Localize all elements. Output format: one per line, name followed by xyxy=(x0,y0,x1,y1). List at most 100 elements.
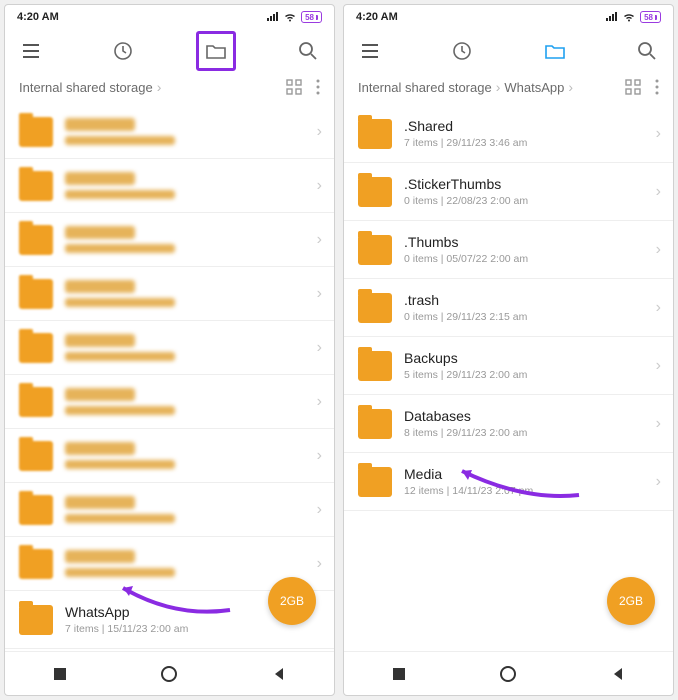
toolbar xyxy=(344,29,673,73)
folder-icon xyxy=(19,605,53,635)
hamburger-icon xyxy=(360,43,380,59)
folder-icon xyxy=(358,177,392,207)
breadcrumb: Internal shared storage › xyxy=(5,73,334,105)
recents-button[interactable] xyxy=(49,663,71,685)
chevron-right-icon: › xyxy=(317,231,322,249)
status-time: 4:20 AM xyxy=(17,11,59,23)
folder-name: .Shared xyxy=(404,118,656,134)
more-icon[interactable] xyxy=(655,79,659,95)
chevron-right-icon: › xyxy=(317,177,322,195)
search-button[interactable] xyxy=(288,31,328,71)
search-button[interactable] xyxy=(627,31,667,71)
recent-tab[interactable] xyxy=(103,31,143,71)
status-icons: 58 xyxy=(266,11,322,23)
folder-icon xyxy=(544,42,566,60)
menu-button[interactable] xyxy=(11,31,51,71)
folder-name: Databases xyxy=(404,408,656,424)
list-item[interactable]: › xyxy=(5,429,334,483)
folder-name: .trash xyxy=(404,292,656,308)
list-item[interactable]: › xyxy=(5,267,334,321)
folder-icon xyxy=(358,235,392,265)
chevron-right-icon: › xyxy=(496,79,501,95)
chevron-right-icon: › xyxy=(656,473,661,491)
folder-icon xyxy=(205,42,227,60)
hamburger-icon xyxy=(21,43,41,59)
folder-meta: 0 items | 29/11/23 2:15 am xyxy=(404,311,656,323)
list-item[interactable]: › xyxy=(5,375,334,429)
folder-tab[interactable] xyxy=(196,31,236,71)
home-button[interactable] xyxy=(158,663,180,685)
folder-icon xyxy=(19,333,53,363)
clock-icon xyxy=(452,41,472,61)
folder-icon xyxy=(19,549,53,579)
folder-icon xyxy=(358,409,392,439)
storage-fab[interactable]: 2GB xyxy=(607,577,655,625)
folder-meta: 0 items | 05/07/22 2:00 am xyxy=(404,253,656,265)
breadcrumb-item[interactable]: Internal shared storage xyxy=(19,80,153,95)
breadcrumb: Internal shared storage › WhatsApp › xyxy=(344,73,673,105)
folder-icon xyxy=(19,495,53,525)
menu-button[interactable] xyxy=(350,31,390,71)
folder-icon xyxy=(19,117,53,147)
back-button[interactable] xyxy=(268,663,290,685)
chevron-right-icon: › xyxy=(656,299,661,317)
statusbar: 4:20 AM 58 xyxy=(344,5,673,29)
android-navbar xyxy=(344,651,673,695)
chevron-right-icon: › xyxy=(317,447,322,465)
phone-right: 4:20 AM 58 Internal shared storage › Wha… xyxy=(343,4,674,696)
folder-name: Media xyxy=(404,466,656,482)
grid-view-icon[interactable] xyxy=(286,79,302,95)
list-item[interactable]: › xyxy=(5,321,334,375)
signal-icon xyxy=(266,12,279,22)
home-button[interactable] xyxy=(497,663,519,685)
status-icons: 58 xyxy=(605,11,661,23)
list-item[interactable]: › xyxy=(5,213,334,267)
list-item[interactable]: › xyxy=(5,483,334,537)
more-icon[interactable] xyxy=(316,79,320,95)
list-item[interactable]: › xyxy=(5,105,334,159)
folder-meta: 0 items | 22/08/23 2:00 am xyxy=(404,195,656,207)
recent-tab[interactable] xyxy=(442,31,482,71)
chevron-right-icon: › xyxy=(317,555,322,573)
breadcrumb-item[interactable]: Internal shared storage xyxy=(358,80,492,95)
chevron-right-icon: › xyxy=(656,357,661,375)
folder-icon xyxy=(19,387,53,417)
chevron-right-icon: › xyxy=(656,415,661,433)
list-item[interactable]: .Shared7 items | 29/11/23 3:46 am› xyxy=(344,105,673,163)
signal-icon xyxy=(605,12,618,22)
list-item[interactable]: .trash 0 items | 29/11/23 2:15 am› xyxy=(344,279,673,337)
wifi-icon xyxy=(622,12,636,22)
folder-icon xyxy=(358,293,392,323)
list-item[interactable]: Media 12 items | 14/11/23 2:07 pm› xyxy=(344,453,673,511)
status-time: 4:20 AM xyxy=(356,11,398,23)
search-icon xyxy=(637,41,657,61)
folder-icon xyxy=(358,467,392,497)
folder-meta: 7 items | 29/11/23 3:46 am xyxy=(404,137,656,149)
phone-left: 4:20 AM 58 Internal shared storage › ›››… xyxy=(4,4,335,696)
folder-icon xyxy=(358,351,392,381)
folder-meta: 12 items | 14/11/23 2:07 pm xyxy=(404,485,656,497)
folder-name: .StickerThumbs xyxy=(404,176,656,192)
folder-tab[interactable] xyxy=(535,31,575,71)
chevron-right-icon: › xyxy=(656,183,661,201)
recents-button[interactable] xyxy=(388,663,410,685)
list-item[interactable]: .Thumbs0 items | 05/07/22 2:00 am› xyxy=(344,221,673,279)
list-item[interactable]: .StickerThumbs 0 items | 22/08/23 2:00 am… xyxy=(344,163,673,221)
list-item[interactable]: Backups5 items | 29/11/23 2:00 am› xyxy=(344,337,673,395)
clock-icon xyxy=(113,41,133,61)
battery-icon: 58 xyxy=(301,11,322,23)
folder-name: Backups xyxy=(404,350,656,366)
storage-fab[interactable]: 2GB xyxy=(268,577,316,625)
list-item[interactable]: › xyxy=(5,159,334,213)
folder-icon xyxy=(19,225,53,255)
list-item[interactable]: Databases8 items | 29/11/23 2:00 am› xyxy=(344,395,673,453)
file-list[interactable]: .Shared7 items | 29/11/23 3:46 am›.Stick… xyxy=(344,105,673,651)
file-list[interactable]: ›››››››››WhatsApp7 items | 15/11/23 2:00… xyxy=(5,105,334,651)
breadcrumb-item[interactable]: WhatsApp xyxy=(504,80,564,95)
grid-view-icon[interactable] xyxy=(625,79,641,95)
android-navbar xyxy=(5,651,334,695)
folder-icon xyxy=(19,279,53,309)
back-button[interactable] xyxy=(607,663,629,685)
battery-icon: 58 xyxy=(640,11,661,23)
chevron-right-icon: › xyxy=(317,501,322,519)
